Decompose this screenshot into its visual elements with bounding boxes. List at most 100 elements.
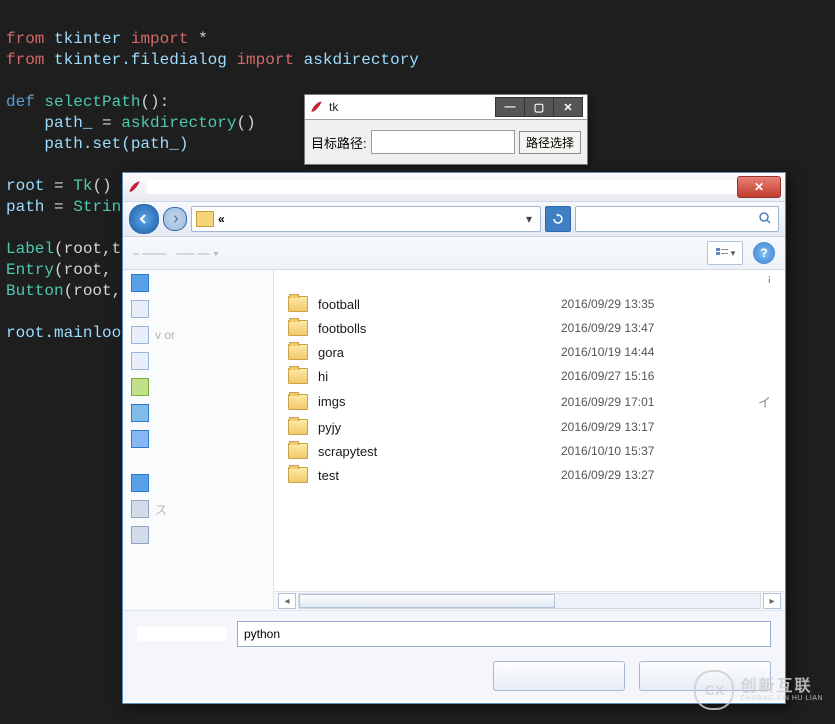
sidebar-item[interactable] bbox=[123, 374, 273, 400]
file-dialog: ✕ « ▾ ⎯ ⎯⎯⎯⎯ ⎯⎯⎯ ⎯⎯ ▾ bbox=[122, 172, 786, 704]
doc-icon bbox=[131, 352, 149, 370]
sidebar-item[interactable] bbox=[123, 522, 273, 548]
sidebar-item[interactable] bbox=[123, 400, 273, 426]
file-row[interactable]: hi 2016/09/27 15:16 bbox=[274, 364, 785, 388]
sidebar-icon bbox=[131, 274, 149, 292]
watermark-icon: CX bbox=[694, 670, 734, 710]
file-name: test bbox=[318, 468, 551, 483]
back-button[interactable] bbox=[129, 204, 159, 234]
filename-value: python bbox=[244, 627, 280, 641]
file-date: 2016/09/29 13:47 bbox=[561, 321, 721, 335]
image-icon bbox=[131, 378, 149, 396]
file-name: pyjy bbox=[318, 420, 551, 435]
file-right: イ bbox=[731, 392, 771, 411]
scroll-thumb[interactable] bbox=[299, 594, 555, 608]
address-prefix: « bbox=[218, 212, 225, 226]
search-icon bbox=[758, 211, 772, 228]
file-date: 2016/10/19 14:44 bbox=[561, 345, 721, 359]
toolbar-text-2: ⎯⎯⎯ ⎯⎯ ▾ bbox=[176, 246, 219, 261]
tk-title: tk bbox=[329, 100, 496, 114]
ok-button[interactable] bbox=[493, 661, 625, 691]
folder-icon bbox=[288, 368, 308, 384]
folder-icon bbox=[288, 419, 308, 435]
filename-input[interactable]: python bbox=[237, 621, 771, 647]
chevron-down-icon: ▾ bbox=[731, 248, 736, 259]
file-date: 2016/09/27 15:16 bbox=[561, 369, 721, 383]
sidebar-item[interactable] bbox=[123, 348, 273, 374]
file-date: 2016/10/10 15:37 bbox=[561, 444, 721, 458]
file-date: 2016/09/29 17:01 bbox=[561, 395, 721, 409]
file-name: imgs bbox=[318, 394, 551, 409]
doc-icon bbox=[131, 300, 149, 318]
sidebar-item[interactable]: ス bbox=[123, 496, 273, 522]
address-dropdown-icon[interactable]: ▾ bbox=[522, 212, 536, 226]
file-date: 2016/09/29 13:27 bbox=[561, 468, 721, 482]
file-list: ꜟ football 2016/09/29 13:35 footbolls2016/… bbox=[274, 270, 785, 610]
file-list-header[interactable]: ꜟ bbox=[274, 270, 785, 292]
file-name: football bbox=[318, 297, 551, 312]
disk-icon bbox=[131, 526, 149, 544]
scroll-right-button[interactable]: ▸ bbox=[763, 593, 781, 609]
select-path-button[interactable]: 路径选择 bbox=[519, 131, 581, 154]
sidebar-item[interactable] bbox=[123, 426, 273, 452]
forward-button[interactable] bbox=[163, 207, 187, 231]
folder-icon bbox=[288, 344, 308, 360]
watermark-cn: 创新互联 bbox=[740, 679, 823, 695]
watermark: CX 创新互联 CHUANG XIN HU LIAN bbox=[694, 670, 823, 710]
dialog-close-button[interactable]: ✕ bbox=[737, 176, 781, 198]
help-button[interactable]: ? bbox=[753, 242, 775, 264]
folder-icon bbox=[288, 467, 308, 483]
sidebar: v or ス bbox=[123, 270, 274, 610]
file-row[interactable]: gora 2016/10/19 14:44 bbox=[274, 340, 785, 364]
dialog-feather-icon bbox=[127, 180, 141, 194]
scroll-track[interactable] bbox=[298, 593, 761, 609]
close-button[interactable]: ✕ bbox=[553, 97, 583, 117]
sidebar-item[interactable] bbox=[123, 296, 273, 322]
file-row[interactable]: imgs 2016/09/29 17:01 イ bbox=[274, 388, 785, 415]
search-input[interactable] bbox=[575, 206, 779, 232]
file-name: gora bbox=[318, 345, 551, 360]
scroll-left-button[interactable]: ◂ bbox=[278, 593, 296, 609]
file-row[interactable]: scrapytest 2016/10/10 15:37 bbox=[274, 439, 785, 463]
sidebar-item[interactable] bbox=[123, 470, 273, 496]
view-mode-button[interactable]: ▾ bbox=[707, 241, 743, 265]
sidebar-item[interactable]: v or bbox=[123, 322, 273, 348]
file-row[interactable]: football 2016/09/29 13:35 bbox=[274, 292, 785, 316]
dialog-titlebar[interactable]: ✕ bbox=[123, 173, 785, 202]
file-row[interactable]: footbolls2016/09/29 13:47 bbox=[274, 316, 785, 340]
folder-icon bbox=[288, 296, 308, 312]
maximize-button[interactable]: ▢ bbox=[524, 97, 554, 117]
toolbar-text-1: ⎯ ⎯⎯⎯⎯ bbox=[133, 246, 166, 261]
music-icon bbox=[131, 430, 149, 448]
column-right[interactable]: ꜟ bbox=[731, 274, 771, 288]
disk-icon bbox=[131, 500, 149, 518]
tk-window: tk — ▢ ✕ 目标路径: 路径选择 bbox=[304, 94, 588, 165]
tk-feather-icon bbox=[309, 100, 323, 114]
doc-icon bbox=[131, 326, 149, 344]
horizontal-scrollbar[interactable]: ◂ ▸ bbox=[274, 591, 785, 610]
file-name: scrapytest bbox=[318, 444, 551, 459]
dialog-title bbox=[147, 180, 737, 194]
toolbar: ⎯ ⎯⎯⎯⎯ ⎯⎯⎯ ⎯⎯ ▾ ▾ ? bbox=[123, 237, 785, 270]
folder-icon bbox=[288, 320, 308, 336]
minimize-button[interactable]: — bbox=[495, 97, 525, 117]
path-label: 目标路径: bbox=[311, 133, 367, 152]
address-bar[interactable]: « ▾ bbox=[191, 206, 541, 232]
tk-titlebar[interactable]: tk — ▢ ✕ bbox=[305, 95, 587, 120]
file-name: hi bbox=[318, 369, 551, 384]
folder-icon bbox=[288, 394, 308, 410]
folder-icon bbox=[196, 211, 214, 227]
path-entry[interactable] bbox=[371, 130, 515, 154]
file-date: 2016/09/29 13:35 bbox=[561, 297, 721, 311]
file-row[interactable]: test 2016/09/29 13:27 bbox=[274, 463, 785, 487]
computer-icon bbox=[131, 474, 149, 492]
filename-label bbox=[137, 627, 227, 641]
folder-icon bbox=[288, 443, 308, 459]
refresh-button[interactable] bbox=[545, 206, 571, 232]
navigation-bar: « ▾ bbox=[123, 202, 785, 237]
watermark-en: CHUANG XIN HU LIAN bbox=[740, 695, 823, 702]
file-row[interactable]: pyjy2016/09/29 13:17 bbox=[274, 415, 785, 439]
sidebar-item[interactable] bbox=[123, 270, 273, 296]
video-icon bbox=[131, 404, 149, 422]
dialog-bottom: python bbox=[123, 610, 785, 701]
